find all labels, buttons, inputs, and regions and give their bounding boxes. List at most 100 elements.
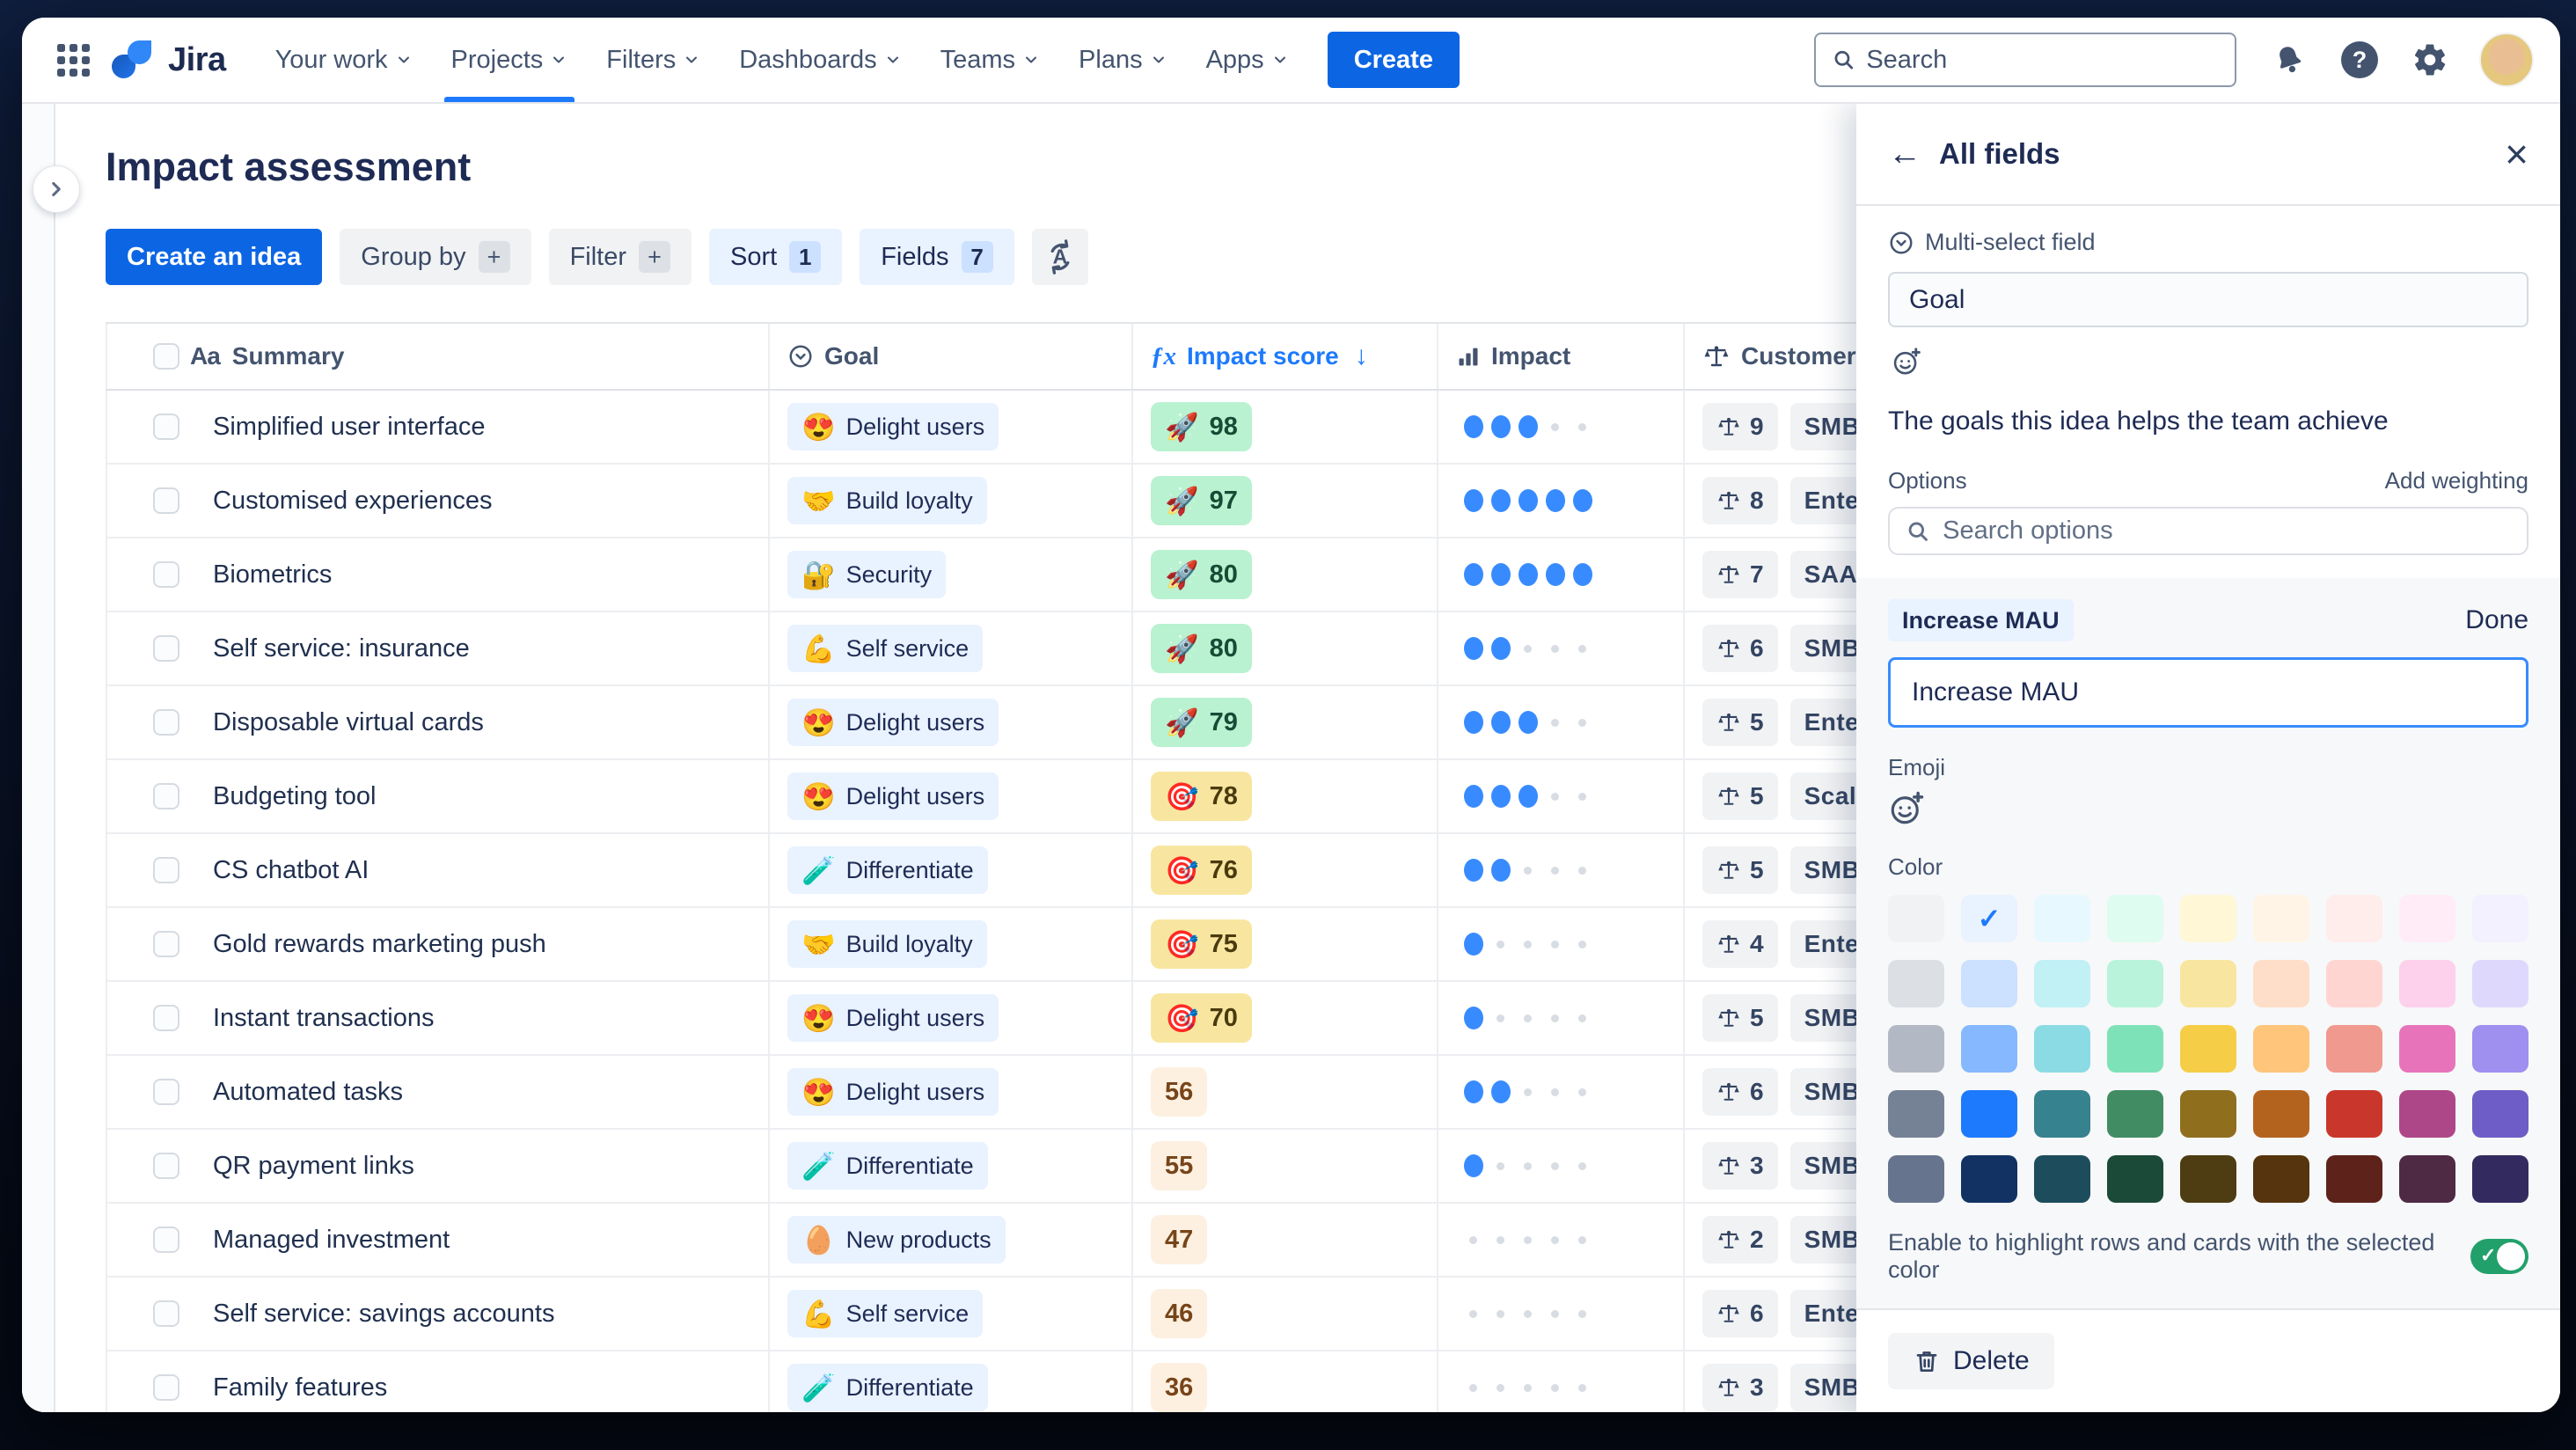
row-checkbox[interactable]: [153, 487, 179, 514]
auto-translate-button[interactable]: A: [1032, 229, 1088, 285]
impact-score-chip[interactable]: 🚀80: [1151, 550, 1252, 599]
option-chip[interactable]: Increase MAU: [1888, 599, 2074, 641]
field-name-input[interactable]: [1888, 272, 2528, 327]
notifications-bell-icon[interactable]: [2268, 39, 2310, 81]
search-input[interactable]: [1866, 46, 2219, 75]
color-swatch[interactable]: [2253, 1155, 2309, 1203]
impact-rating[interactable]: [1460, 1080, 1596, 1103]
color-swatch[interactable]: [1888, 1025, 1944, 1073]
goal-chip[interactable]: 💪Self service: [787, 625, 983, 672]
customer-weight-chip[interactable]: 9: [1702, 403, 1778, 450]
create-button[interactable]: Create: [1328, 32, 1460, 88]
row-checkbox[interactable]: [153, 931, 179, 957]
color-swatch[interactable]: [2034, 1155, 2090, 1203]
idea-summary[interactable]: Self service: insurance: [213, 634, 470, 663]
impact-rating[interactable]: [1460, 1154, 1596, 1177]
customer-weight-chip[interactable]: 6: [1702, 1068, 1778, 1116]
color-swatch[interactable]: [2326, 1155, 2382, 1203]
highlight-toggle[interactable]: ✓: [2470, 1239, 2528, 1274]
goal-chip[interactable]: 😍Delight users: [787, 699, 999, 746]
back-arrow-icon[interactable]: ←: [1888, 135, 1921, 173]
impact-score-chip[interactable]: 🎯78: [1151, 772, 1252, 821]
color-swatch[interactable]: [1961, 1090, 2017, 1138]
nav-item-teams[interactable]: Teams: [926, 18, 1054, 102]
customer-weight-chip[interactable]: 7: [1702, 551, 1778, 598]
impact-rating[interactable]: [1460, 1236, 1596, 1244]
customer-weight-chip[interactable]: 3: [1702, 1142, 1778, 1190]
row-checkbox[interactable]: [153, 1079, 179, 1105]
row-checkbox[interactable]: [153, 635, 179, 662]
impact-score-chip[interactable]: 🚀98: [1151, 402, 1252, 451]
impact-score-chip[interactable]: 46: [1151, 1289, 1207, 1338]
nav-item-filters[interactable]: Filters: [592, 18, 714, 102]
help-icon[interactable]: ?: [2338, 39, 2381, 81]
table-row[interactable]: Simplified user interface😍Delight users🚀…: [106, 391, 1900, 465]
color-swatch[interactable]: [2253, 960, 2309, 1007]
add-emoji-icon[interactable]: [1888, 347, 1925, 377]
nav-item-projects[interactable]: Projects: [437, 18, 582, 102]
color-swatch[interactable]: [2472, 1155, 2528, 1203]
color-swatch[interactable]: [2326, 895, 2382, 942]
goal-chip[interactable]: 🥚New products: [787, 1216, 1006, 1263]
summary-column-header[interactable]: Summary: [232, 342, 345, 370]
idea-summary[interactable]: Instant transactions: [213, 1004, 434, 1033]
color-swatch[interactable]: [2034, 960, 2090, 1007]
table-row[interactable]: Budgeting tool😍Delight users🎯785Scale up: [106, 760, 1900, 834]
row-checkbox[interactable]: [153, 709, 179, 736]
settings-gear-icon[interactable]: [2409, 39, 2451, 81]
idea-summary[interactable]: CS chatbot AI: [213, 856, 369, 885]
color-swatch[interactable]: [2034, 1025, 2090, 1073]
color-swatch[interactable]: [2107, 1025, 2163, 1073]
nav-item-plans[interactable]: Plans: [1065, 18, 1182, 102]
impact-rating[interactable]: [1460, 637, 1596, 660]
color-swatch[interactable]: [2253, 1025, 2309, 1073]
color-swatch[interactable]: [2180, 960, 2236, 1007]
table-row[interactable]: Biometrics🔐Security🚀807SAAS: [106, 538, 1900, 612]
idea-summary[interactable]: Biometrics: [213, 560, 332, 590]
table-row[interactable]: Self service: insurance 💪Self service 🚀80 6…: [106, 612, 1900, 686]
color-swatch[interactable]: [2472, 960, 2528, 1007]
color-swatch[interactable]: [2180, 1155, 2236, 1203]
impact-rating[interactable]: [1460, 859, 1596, 882]
impact-rating[interactable]: [1460, 711, 1596, 734]
filter-button[interactable]: Filter +: [549, 229, 692, 285]
impact-score-chip[interactable]: 🚀79: [1151, 698, 1252, 747]
impact-rating[interactable]: [1460, 1310, 1596, 1318]
idea-summary[interactable]: Automated tasks: [213, 1078, 403, 1107]
table-row[interactable]: CS chatbot AI🧪Differentiate🎯765SMB: [106, 834, 1900, 908]
impact-score-chip[interactable]: 🚀97: [1151, 476, 1252, 525]
table-row[interactable]: Customised experiences🤝Build loyalty🚀978…: [106, 465, 1900, 538]
table-row[interactable]: QR payment links🧪Differentiate553SMB: [106, 1130, 1900, 1204]
color-swatch[interactable]: [2472, 1025, 2528, 1073]
global-search[interactable]: [1814, 33, 2236, 87]
color-swatch[interactable]: [1961, 1025, 2017, 1073]
impact-rating[interactable]: [1460, 563, 1596, 586]
color-swatch[interactable]: [2399, 895, 2455, 942]
color-swatch[interactable]: [1961, 960, 2017, 1007]
color-swatch[interactable]: [2253, 1090, 2309, 1138]
impact-score-chip[interactable]: 🎯75: [1151, 919, 1252, 969]
goal-chip[interactable]: 🧪Differentiate: [787, 846, 988, 894]
user-avatar[interactable]: [2479, 33, 2534, 87]
group-by-button[interactable]: Group by +: [340, 229, 531, 285]
customer-weight-chip[interactable]: 2: [1702, 1216, 1778, 1263]
customer-weight-chip[interactable]: 6: [1702, 1290, 1778, 1337]
goal-chip[interactable]: 😍Delight users: [787, 773, 999, 820]
color-swatch[interactable]: [2326, 1025, 2382, 1073]
done-button[interactable]: Done: [2465, 605, 2528, 635]
impact-rating[interactable]: [1460, 785, 1596, 808]
row-checkbox[interactable]: [153, 414, 179, 440]
row-checkbox[interactable]: [153, 1153, 179, 1179]
customer-weight-chip[interactable]: 5: [1702, 846, 1778, 894]
customer-weight-chip[interactable]: 6: [1702, 625, 1778, 672]
impact-rating[interactable]: [1460, 489, 1596, 512]
table-row[interactable]: Automated tasks😍Delight users566SMB: [106, 1056, 1900, 1130]
goal-chip[interactable]: 😍Delight users: [787, 994, 999, 1042]
color-swatch[interactable]: [2399, 1025, 2455, 1073]
idea-summary[interactable]: Budgeting tool: [213, 782, 376, 811]
table-row[interactable]: Self service: savings accounts💪Self serv…: [106, 1278, 1900, 1351]
impact-score-chip[interactable]: 🚀80: [1151, 624, 1252, 673]
impact-score-chip[interactable]: 36: [1151, 1363, 1207, 1412]
row-checkbox[interactable]: [153, 561, 179, 588]
table-row[interactable]: Family features🧪Differentiate363SMB: [106, 1351, 1900, 1412]
